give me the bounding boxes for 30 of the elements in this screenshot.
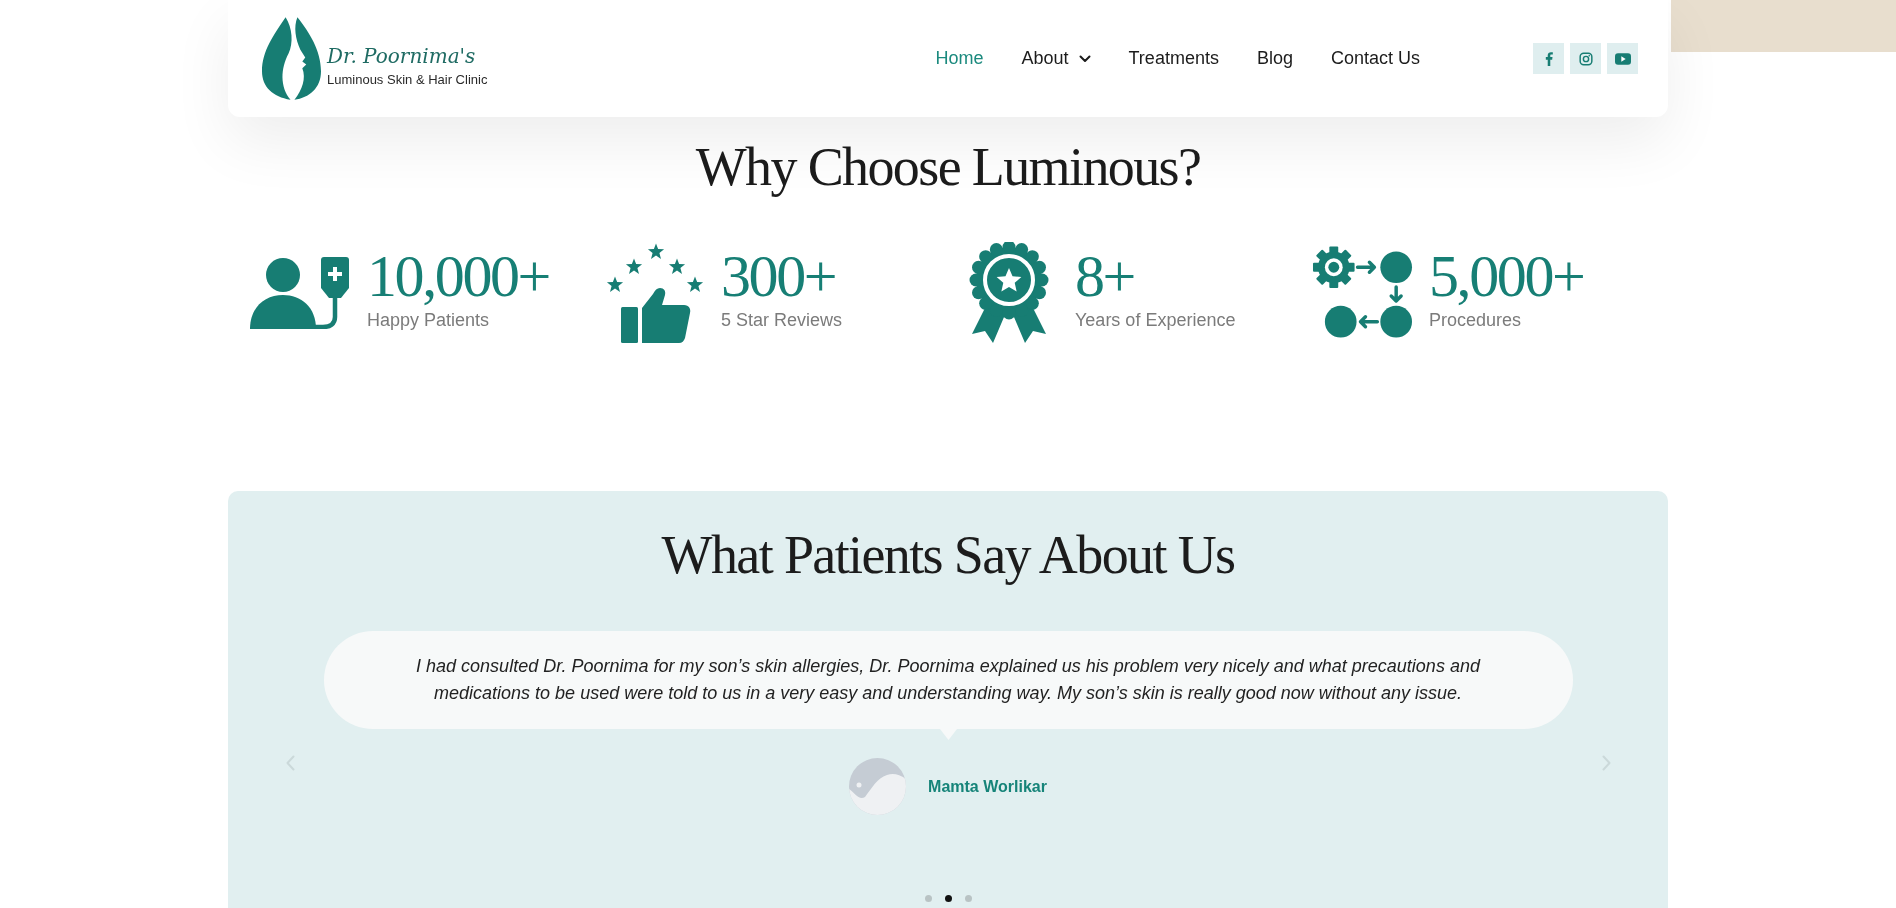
- logo-icon: [262, 17, 321, 100]
- stat-number: 8+: [1075, 246, 1136, 306]
- stat-number: 5,000+: [1429, 246, 1584, 306]
- play-icon: [1614, 52, 1631, 65]
- stat-label: 5 Star Reviews: [721, 309, 843, 332]
- person-iv-bag-icon: [250, 256, 351, 329]
- section-title: Why Choose Luminous?: [694, 136, 1202, 199]
- stat-label: Procedures: [1429, 309, 1523, 332]
- author-name: Mamta Worlikar: [928, 776, 1047, 797]
- nav-link[interactable]: Treatments: [1128, 45, 1219, 72]
- social-link[interactable]: [1570, 43, 1601, 74]
- nav-link[interactable]: Contact Us: [1330, 45, 1420, 72]
- camera-icon: [1578, 51, 1593, 66]
- gear-flow-icon: [1312, 246, 1413, 339]
- stat-label: Years of Experience: [1075, 309, 1236, 332]
- stat-number: 10,000+: [367, 246, 550, 306]
- testimonial-quote: I had consulted Dr. Poornima for my son’s skin allergies, Dr. Poornima explained us his problem very nicely and what precautions and medications to be used were told to us in a very easy and understanding way. My son’s skin is really good now without any issue.: [415, 655, 1482, 705]
- logo-script-text: Dr. Poornima's: [327, 43, 477, 69]
- section-title: What Patients Say About Us: [661, 524, 1235, 587]
- logo-tagline: Luminous Skin & Hair Clinic: [327, 72, 488, 88]
- social-link[interactable]: [1607, 43, 1638, 74]
- avatar-icon: [849, 758, 907, 815]
- nav-link[interactable]: About: [1021, 45, 1091, 72]
- social-link[interactable]: [1533, 43, 1564, 74]
- thumbs-up-stars-icon: [604, 242, 705, 343]
- stat-number: 300+: [721, 246, 837, 306]
- nav-link[interactable]: Home: [935, 45, 984, 72]
- letter-f-icon: [1544, 51, 1553, 66]
- nav-link[interactable]: Blog: [1256, 45, 1293, 72]
- stat-label: Happy Patients: [367, 309, 491, 332]
